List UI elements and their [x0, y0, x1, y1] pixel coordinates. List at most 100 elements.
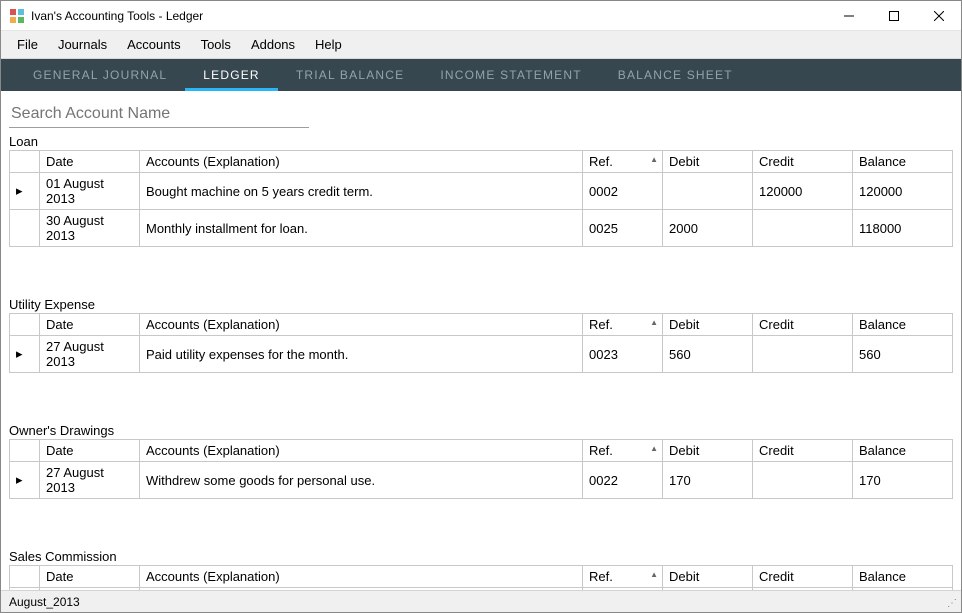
account-block-utility-expense: Utility Expense Date Accounts (Explanati… — [9, 297, 953, 373]
cell-debit: 2000 — [663, 210, 753, 247]
account-name: Loan — [9, 134, 953, 149]
menu-journals[interactable]: Journals — [48, 33, 117, 56]
col-accounts[interactable]: Accounts (Explanation) — [140, 440, 583, 462]
col-accounts[interactable]: Accounts (Explanation) — [140, 566, 583, 588]
sort-asc-icon: ▲ — [650, 444, 658, 453]
col-selector[interactable] — [10, 151, 40, 173]
col-date[interactable]: Date — [40, 151, 140, 173]
search-input[interactable] — [9, 101, 309, 128]
account-name: Owner's Drawings — [9, 423, 953, 438]
ledger-table: Date Accounts (Explanation) Ref.▲ Debit … — [9, 150, 953, 247]
cell-explanation: Bought machine on 5 years credit term. — [140, 173, 583, 210]
menu-accounts[interactable]: Accounts — [117, 33, 190, 56]
table-header-row: Date Accounts (Explanation) Ref.▲ Debit … — [10, 314, 953, 336]
col-ref[interactable]: Ref. ▲ — [583, 314, 663, 336]
row-selector[interactable]: ▸ — [10, 462, 40, 499]
col-accounts[interactable]: Accounts (Explanation) — [140, 151, 583, 173]
col-selector[interactable] — [10, 440, 40, 462]
cell-explanation: Withdrew some goods for personal use. — [140, 462, 583, 499]
row-selector[interactable] — [10, 210, 40, 247]
cell-debit: 560 — [663, 336, 753, 373]
table-row[interactable]: ▸ 27 August 2013 Paid utility expenses f… — [10, 336, 953, 373]
search-row — [1, 91, 961, 132]
table-row[interactable]: 30 August 2013 Monthly installment for l… — [10, 210, 953, 247]
col-balance[interactable]: Balance — [853, 566, 953, 588]
col-ref-label: Ref. — [589, 569, 613, 584]
row-selector[interactable]: ▸ — [10, 336, 40, 373]
col-debit[interactable]: Debit — [663, 151, 753, 173]
account-block-loan: Loan Date Accounts (Explanation) Ref.▲ D… — [9, 134, 953, 247]
cell-ref: 0022 — [583, 462, 663, 499]
cell-balance: 118000 — [853, 210, 953, 247]
statusbar: August_2013 ⋰ — [1, 590, 961, 612]
resize-grip-icon[interactable]: ⋰ — [947, 598, 959, 610]
tab-income-statement[interactable]: INCOME STATEMENT — [422, 59, 599, 91]
col-credit[interactable]: Credit — [753, 314, 853, 336]
window-controls — [826, 1, 961, 30]
col-credit[interactable]: Credit — [753, 151, 853, 173]
ledger-table: Date Accounts (Explanation) Ref.▲ Debit … — [9, 313, 953, 373]
cell-credit: 120000 — [753, 173, 853, 210]
maximize-button[interactable] — [871, 1, 916, 30]
cell-ref: 0002 — [583, 173, 663, 210]
menu-tools[interactable]: Tools — [191, 33, 241, 56]
close-button[interactable] — [916, 1, 961, 30]
menu-addons[interactable]: Addons — [241, 33, 305, 56]
table-header-row: Date Accounts (Explanation) Ref.▲ Debit … — [10, 151, 953, 173]
tab-balance-sheet[interactable]: BALANCE SHEET — [600, 59, 751, 91]
menubar: File Journals Accounts Tools Addons Help — [1, 31, 961, 59]
status-text: August_2013 — [9, 595, 80, 609]
cell-debit — [663, 173, 753, 210]
table-row[interactable]: ▸ 01 August 2013 Bought machine on 5 yea… — [10, 173, 953, 210]
col-ref[interactable]: Ref. ▲ — [583, 440, 663, 462]
col-ref[interactable]: Ref. ▲ — [583, 566, 663, 588]
cell-date: 27 August 2013 — [40, 336, 140, 373]
tabbar: GENERAL JOURNAL LEDGER TRIAL BALANCE INC… — [1, 59, 961, 91]
col-accounts[interactable]: Accounts (Explanation) — [140, 314, 583, 336]
col-date[interactable]: Date — [40, 566, 140, 588]
table-row[interactable]: ▸ 27 August 2013 Withdrew some goods for… — [10, 462, 953, 499]
sort-asc-icon: ▲ — [650, 318, 658, 327]
app-icon — [9, 8, 25, 24]
col-credit[interactable]: Credit — [753, 566, 853, 588]
account-block-owners-drawings: Owner's Drawings Date Accounts (Explanat… — [9, 423, 953, 499]
col-date[interactable]: Date — [40, 314, 140, 336]
cell-ref: 0025 — [583, 210, 663, 247]
sort-asc-icon: ▲ — [650, 570, 658, 579]
col-ref-label: Ref. — [589, 154, 613, 169]
cell-explanation: Monthly installment for loan. — [140, 210, 583, 247]
titlebar: Ivan's Accounting Tools - Ledger — [1, 1, 961, 31]
col-credit[interactable]: Credit — [753, 440, 853, 462]
menu-help[interactable]: Help — [305, 33, 352, 56]
cell-credit — [753, 336, 853, 373]
cell-credit — [753, 210, 853, 247]
col-ref-label: Ref. — [589, 317, 613, 332]
tab-trial-balance[interactable]: TRIAL BALANCE — [278, 59, 423, 91]
col-balance[interactable]: Balance — [853, 440, 953, 462]
cell-balance: 170 — [853, 462, 953, 499]
col-debit[interactable]: Debit — [663, 314, 753, 336]
col-selector[interactable] — [10, 314, 40, 336]
table-header-row: Date Accounts (Explanation) Ref.▲ Debit … — [10, 440, 953, 462]
col-debit[interactable]: Debit — [663, 566, 753, 588]
row-selector[interactable]: ▸ — [10, 173, 40, 210]
col-balance[interactable]: Balance — [853, 314, 953, 336]
menu-file[interactable]: File — [7, 33, 48, 56]
cell-debit: 170 — [663, 462, 753, 499]
account-name: Utility Expense — [9, 297, 953, 312]
cell-credit — [753, 462, 853, 499]
col-debit[interactable]: Debit — [663, 440, 753, 462]
col-ref-label: Ref. — [589, 443, 613, 458]
account-name: Sales Commission — [9, 549, 953, 564]
col-ref[interactable]: Ref.▲ — [583, 151, 663, 173]
cell-date: 30 August 2013 — [40, 210, 140, 247]
col-date[interactable]: Date — [40, 440, 140, 462]
col-selector[interactable] — [10, 566, 40, 588]
minimize-button[interactable] — [826, 1, 871, 30]
cell-explanation: Paid utility expenses for the month. — [140, 336, 583, 373]
tab-ledger[interactable]: LEDGER — [185, 59, 278, 91]
tab-general-journal[interactable]: GENERAL JOURNAL — [15, 59, 185, 91]
cell-balance: 560 — [853, 336, 953, 373]
col-balance[interactable]: Balance — [853, 151, 953, 173]
window-title: Ivan's Accounting Tools - Ledger — [31, 9, 826, 23]
